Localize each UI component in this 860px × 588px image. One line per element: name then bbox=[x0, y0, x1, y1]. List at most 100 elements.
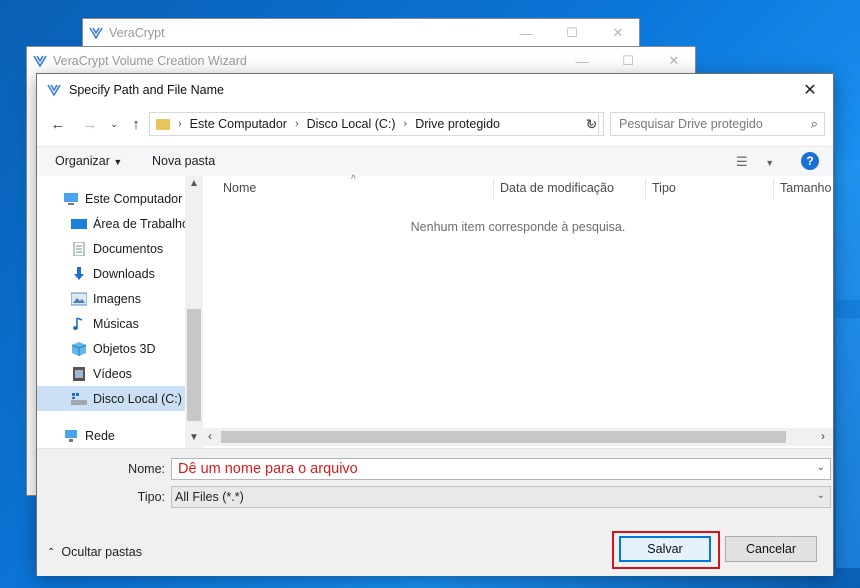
window-title: VeraCrypt bbox=[109, 26, 165, 40]
downloads-icon bbox=[74, 266, 84, 280]
column-headers: ^ Nome Data de modificação Tipo Tamanho bbox=[203, 174, 833, 202]
breadcrumb-separator-icon: › bbox=[178, 118, 182, 130]
scroll-left-icon[interactable]: ‹ bbox=[208, 429, 212, 443]
sidebar-item-label: Documentos bbox=[93, 241, 164, 256]
pictures-icon bbox=[71, 292, 87, 305]
sidebar-item-label: Rede bbox=[85, 428, 115, 443]
sidebar-item-label: Disco Local (C:) bbox=[93, 391, 182, 406]
search-icon: ⌕ bbox=[810, 116, 818, 131]
filename-value: Dê um nome para o arquivo bbox=[178, 461, 358, 477]
sidebar-item-label: Músicas bbox=[93, 316, 139, 331]
filetype-label: Tipo: bbox=[137, 490, 165, 504]
file-list: ^ Nome Data de modificação Tipo Tamanho … bbox=[203, 174, 833, 448]
desktop-icon bbox=[71, 218, 87, 229]
documents-icon bbox=[73, 241, 85, 256]
sidebar-item-documentos[interactable]: Documentos bbox=[37, 236, 187, 261]
dialog-footer: Nome: Dê um nome para o arquivo ⌄ Tipo: … bbox=[37, 448, 833, 576]
sidebar-item-downloads[interactable]: Downloads bbox=[37, 261, 187, 286]
refresh-icon[interactable]: ↻ bbox=[580, 112, 604, 136]
close-icon[interactable]: ✕ bbox=[595, 19, 641, 47]
cancel-button[interactable]: Cancelar bbox=[725, 536, 817, 562]
help-icon[interactable]: ? bbox=[801, 152, 819, 170]
filename-input[interactable]: Dê um nome para o arquivo ⌄ bbox=[171, 458, 831, 480]
scrollbar-thumb[interactable] bbox=[221, 431, 786, 443]
filetype-select[interactable]: All Files (*.*) ⌄ bbox=[171, 486, 831, 508]
maximize-icon[interactable]: ☐ bbox=[605, 47, 651, 75]
window-controls: — ☐ ✕ bbox=[559, 47, 697, 75]
recent-locations-chevron-icon[interactable]: ⌄ bbox=[103, 114, 125, 134]
folder-icon bbox=[156, 118, 170, 130]
column-header-tipo[interactable]: Tipo bbox=[652, 181, 676, 195]
sidebar-item-musicas[interactable]: Músicas bbox=[37, 311, 187, 336]
column-header-nome[interactable]: Nome bbox=[223, 181, 256, 195]
sidebar-item-videos[interactable]: Vídeos bbox=[37, 361, 187, 386]
breadcrumb: › Este Computador › Disco Local (C:) › D… bbox=[178, 117, 500, 131]
empty-list-message: Nenhum item corresponde à pesquisa. bbox=[410, 220, 626, 234]
sort-ascending-icon: ^ bbox=[351, 174, 356, 185]
sidebar-item-label: Objetos 3D bbox=[93, 341, 156, 356]
command-toolbar: Organizar ▼ Nova pasta ☰ ▼ ? bbox=[37, 146, 833, 176]
sidebar-item-area-de-trabalho[interactable]: Área de Trabalho bbox=[37, 211, 187, 236]
up-arrow-icon[interactable]: ↑ bbox=[125, 114, 147, 134]
sidebar-item-imagens[interactable]: Imagens bbox=[37, 286, 187, 311]
scroll-right-icon[interactable]: › bbox=[821, 429, 825, 443]
drive-icon bbox=[71, 392, 87, 405]
dialog-title: Specify Path and File Name bbox=[69, 83, 224, 97]
dialog-titlebar: Specify Path and File Name bbox=[37, 74, 833, 106]
chevron-down-icon: ⌄ bbox=[816, 490, 825, 501]
column-header-data[interactable]: Data de modificação bbox=[500, 181, 614, 195]
music-icon bbox=[73, 316, 83, 330]
videos-icon bbox=[73, 366, 85, 381]
minimize-icon[interactable]: — bbox=[503, 19, 549, 47]
organize-label: Organizar bbox=[55, 154, 110, 168]
scroll-down-icon[interactable]: ▼ bbox=[185, 432, 203, 443]
close-icon[interactable]: ✕ bbox=[787, 74, 833, 106]
sidebar-item-disco-local[interactable]: Disco Local (C:) bbox=[37, 386, 187, 411]
view-options-icon[interactable]: ☰ ▼ bbox=[736, 154, 774, 170]
save-button[interactable]: Salvar bbox=[619, 536, 711, 562]
chevron-down-icon: ▼ bbox=[113, 157, 123, 167]
navigation-pane: Este Computador Área de Trabalho Documen… bbox=[37, 176, 203, 448]
breadcrumb-item[interactable]: Drive protegido bbox=[415, 117, 500, 131]
forward-arrow-icon[interactable]: → bbox=[79, 114, 101, 134]
filename-label: Nome: bbox=[128, 462, 165, 476]
column-header-tamanho[interactable]: Tamanho bbox=[780, 181, 831, 195]
navigation-bar: ← → ⌄ ↑ › Este Computador › Disco Local … bbox=[37, 110, 833, 138]
horizontal-scrollbar[interactable]: ‹ › bbox=[203, 428, 833, 446]
navigation-scrollbar[interactable]: ▲ ▼ bbox=[185, 176, 203, 448]
veracrypt-logo-icon bbox=[89, 27, 103, 40]
chevron-down-icon[interactable]: ⌄ bbox=[817, 462, 825, 473]
breadcrumb-separator-icon: › bbox=[403, 118, 408, 130]
close-icon[interactable]: ✕ bbox=[651, 47, 697, 75]
maximize-icon[interactable]: ☐ bbox=[549, 19, 595, 47]
veracrypt-logo-icon bbox=[47, 84, 61, 97]
sidebar-item-label: Área de Trabalho bbox=[93, 216, 187, 231]
sidebar-item-este-computador[interactable]: Este Computador bbox=[37, 186, 187, 211]
scrollbar-thumb[interactable] bbox=[187, 309, 201, 421]
breadcrumb-item[interactable]: Disco Local (C:) bbox=[307, 117, 396, 131]
organize-button[interactable]: Organizar ▼ bbox=[55, 154, 122, 168]
sidebar-item-objetos-3d[interactable]: Objetos 3D bbox=[37, 336, 187, 361]
network-icon bbox=[65, 429, 77, 442]
window-controls: — ☐ ✕ bbox=[503, 19, 641, 47]
hide-folders-button[interactable]: ⌃ Ocultar pastas bbox=[47, 545, 142, 559]
minimize-icon[interactable]: — bbox=[559, 47, 605, 75]
breadcrumb-separator-icon: › bbox=[294, 118, 299, 130]
sidebar-item-label: Vídeos bbox=[93, 366, 132, 381]
breadcrumb-item[interactable]: Este Computador bbox=[190, 117, 287, 131]
sidebar-item-label: Imagens bbox=[93, 291, 141, 306]
chevron-up-icon: ⌃ bbox=[47, 546, 56, 558]
address-bar[interactable]: › Este Computador › Disco Local (C:) › D… bbox=[149, 112, 599, 136]
computer-icon bbox=[64, 192, 78, 205]
search-placeholder: Pesquisar Drive protegido bbox=[619, 117, 763, 131]
new-folder-button[interactable]: Nova pasta bbox=[152, 154, 215, 168]
sidebar-item-label: Downloads bbox=[93, 266, 155, 281]
sidebar-item-rede[interactable]: Rede bbox=[37, 423, 187, 448]
objects-3d-icon bbox=[71, 341, 87, 356]
search-input[interactable]: Pesquisar Drive protegido ⌕ bbox=[610, 112, 825, 136]
sidebar-item-label: Este Computador bbox=[85, 191, 183, 206]
back-arrow-icon[interactable]: ← bbox=[47, 114, 69, 134]
scroll-up-icon[interactable]: ▲ bbox=[185, 178, 203, 189]
save-file-dialog: Specify Path and File Name ✕ ← → ⌄ ↑ › E… bbox=[36, 73, 834, 576]
hide-folders-label: Ocultar pastas bbox=[61, 545, 142, 559]
